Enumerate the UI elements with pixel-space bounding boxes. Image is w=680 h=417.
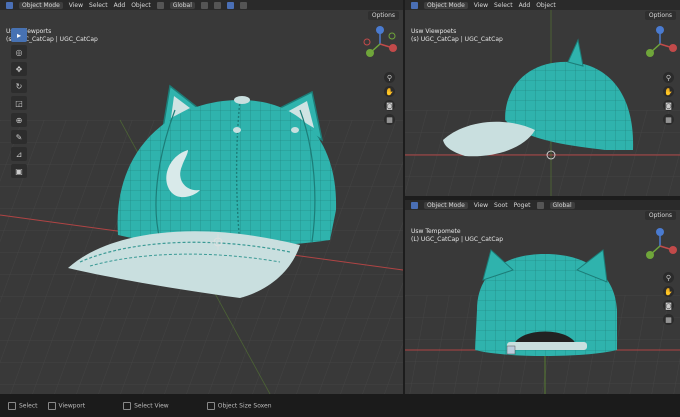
- menu-view[interactable]: View: [69, 2, 83, 9]
- add-cube-tool-icon[interactable]: ▣: [11, 164, 27, 178]
- key-icon: [206, 401, 215, 410]
- menu-view[interactable]: View: [474, 202, 488, 209]
- view-name: Usw Viewpoets: [411, 28, 457, 35]
- status-object-size: Object Size Soxen: [206, 401, 272, 410]
- cursor-tool-icon[interactable]: ◎: [11, 45, 27, 59]
- status-viewport: Viewport: [47, 401, 86, 410]
- menu-poget[interactable]: Poget: [514, 202, 531, 209]
- snap-icon[interactable]: [200, 1, 208, 9]
- mode-dropdown[interactable]: Object Mode: [424, 201, 468, 209]
- overlay-icon[interactable]: [226, 1, 234, 9]
- camera-icon[interactable]: ◙: [384, 100, 395, 111]
- menu-add[interactable]: Add: [519, 2, 531, 9]
- nav-buttons: ⚲ ✋ ◙ ▦: [384, 72, 396, 125]
- transform-pivot-icon[interactable]: [536, 201, 544, 209]
- main-scene: [0, 0, 403, 394]
- options-button[interactable]: Options: [644, 11, 676, 20]
- navigation-gizmo[interactable]: [642, 228, 678, 264]
- viewport-info: Usw Tempomete (L) UGC_CatCap | UGC_CatCa…: [411, 228, 503, 244]
- mode-dropdown[interactable]: Object Mode: [424, 1, 468, 9]
- menu-object[interactable]: Object: [131, 2, 151, 9]
- menu-view[interactable]: View: [474, 2, 488, 9]
- status-viewport-label: Viewport: [58, 402, 86, 409]
- orientation-dropdown[interactable]: Global: [169, 1, 195, 9]
- editor-type-icon[interactable]: [411, 1, 418, 9]
- orientation-dropdown[interactable]: Global: [549, 201, 575, 209]
- transform-pivot-icon[interactable]: [156, 1, 164, 9]
- main-header: Object Mode View Select Add Object Globa…: [0, 0, 403, 10]
- top-right-header: Object Mode View Select Add Object: [405, 0, 680, 10]
- bottom-right-viewport[interactable]: Object Mode View Soot Poget Global Optio…: [405, 200, 680, 394]
- shading-solid-icon[interactable]: [239, 1, 247, 9]
- mouse-left-icon: [8, 401, 16, 410]
- menu-select[interactable]: Select: [494, 2, 513, 9]
- status-bar: Select Viewport Select View Object Size …: [0, 394, 680, 417]
- select-tool-icon[interactable]: ▸: [11, 28, 27, 42]
- object-name: (L) UGC_CatCap | UGC_CatCap: [411, 236, 504, 243]
- scale-tool-icon[interactable]: ◲: [11, 96, 27, 110]
- mouse-middle-icon: [47, 401, 56, 410]
- status-select-label: Select: [19, 402, 38, 409]
- zoom-icon[interactable]: ⚲: [663, 72, 674, 83]
- object-name: (s) UGC_CatCap | UGC_CatCap: [411, 36, 503, 43]
- navigation-gizmo[interactable]: [362, 26, 398, 62]
- annotate-tool-icon[interactable]: ✎: [11, 130, 27, 144]
- options-button[interactable]: Options: [644, 211, 676, 220]
- grid-icon[interactable]: ▦: [663, 314, 674, 325]
- zoom-icon[interactable]: ⚲: [384, 72, 395, 83]
- status-select: Select: [8, 401, 38, 410]
- menu-add[interactable]: Add: [114, 2, 126, 9]
- move-tool-icon[interactable]: ✥: [11, 62, 27, 76]
- menu-select[interactable]: Select: [89, 2, 108, 9]
- status-select-view-label: Select View: [134, 402, 169, 409]
- proportional-edit-icon[interactable]: [213, 1, 221, 9]
- mouse-right-icon: [123, 401, 132, 410]
- status-object-size-label: Object Size Soxen: [217, 402, 272, 409]
- viewport-info: Usw Viewpoets (s) UGC_CatCap | UGC_CatCa…: [411, 28, 503, 44]
- status-select-view: Select View: [123, 401, 169, 410]
- menu-soot[interactable]: Soot: [494, 202, 508, 209]
- pan-hand-icon[interactable]: ✋: [663, 286, 674, 297]
- main-viewport[interactable]: Object Mode View Select Add Object Globa…: [0, 0, 403, 394]
- navigation-gizmo[interactable]: [642, 26, 678, 62]
- bottom-right-header: Object Mode View Soot Poget Global: [405, 200, 680, 210]
- editor-type-icon[interactable]: [6, 1, 13, 9]
- pan-hand-icon[interactable]: ✋: [663, 86, 674, 97]
- nav-buttons: ⚲ ✋ ◙ ▦: [663, 72, 675, 125]
- menu-object[interactable]: Object: [536, 2, 556, 9]
- view-name: Usw Tempomete: [411, 228, 461, 235]
- zoom-icon[interactable]: ⚲: [663, 272, 674, 283]
- transform-tool-icon[interactable]: ⊕: [11, 113, 27, 127]
- options-button[interactable]: Options: [367, 11, 399, 20]
- grid-icon[interactable]: ▦: [663, 114, 674, 125]
- mode-dropdown[interactable]: Object Mode: [19, 1, 63, 9]
- measure-tool-icon[interactable]: ⊿: [11, 147, 27, 161]
- nav-buttons: ⚲ ✋ ◙ ▦: [663, 272, 675, 325]
- camera-icon[interactable]: ◙: [663, 100, 674, 111]
- tool-shelf: ▸ ◎ ✥ ↻ ◲ ⊕ ✎ ⊿ ▣: [11, 28, 31, 181]
- rotate-tool-icon[interactable]: ↻: [11, 79, 27, 93]
- top-right-viewport[interactable]: Object Mode View Select Add Object Optio…: [405, 0, 680, 196]
- editor-type-icon[interactable]: [411, 201, 418, 209]
- camera-icon[interactable]: ◙: [663, 300, 674, 311]
- grid-icon[interactable]: ▦: [384, 114, 395, 125]
- pan-hand-icon[interactable]: ✋: [384, 86, 395, 97]
